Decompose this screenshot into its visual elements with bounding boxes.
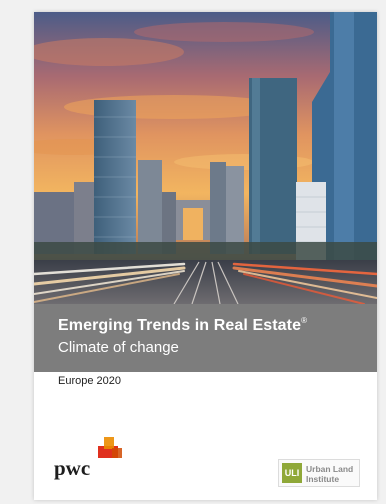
report-title: Emerging Trends in Real Estate® (58, 316, 308, 334)
report-subtitle: Climate of change (58, 339, 179, 356)
pwc-wordmark: pwc (54, 456, 91, 480)
pwc-mark-icon (98, 437, 122, 458)
registered-mark: ® (301, 316, 308, 325)
pwc-logo: pwc (54, 434, 124, 486)
skyline-photo (34, 12, 377, 304)
uli-logo: ULI Urban Land Institute (278, 459, 360, 487)
uli-name-line2: Institute (306, 474, 340, 484)
report-cover: Emerging Trends in Real Estate® Climate … (34, 12, 377, 500)
report-edition: Europe 2020 (58, 375, 121, 387)
uli-mark-icon: ULI (282, 463, 302, 483)
title-band (34, 304, 377, 372)
uli-name-line1: Urban Land (306, 464, 354, 474)
